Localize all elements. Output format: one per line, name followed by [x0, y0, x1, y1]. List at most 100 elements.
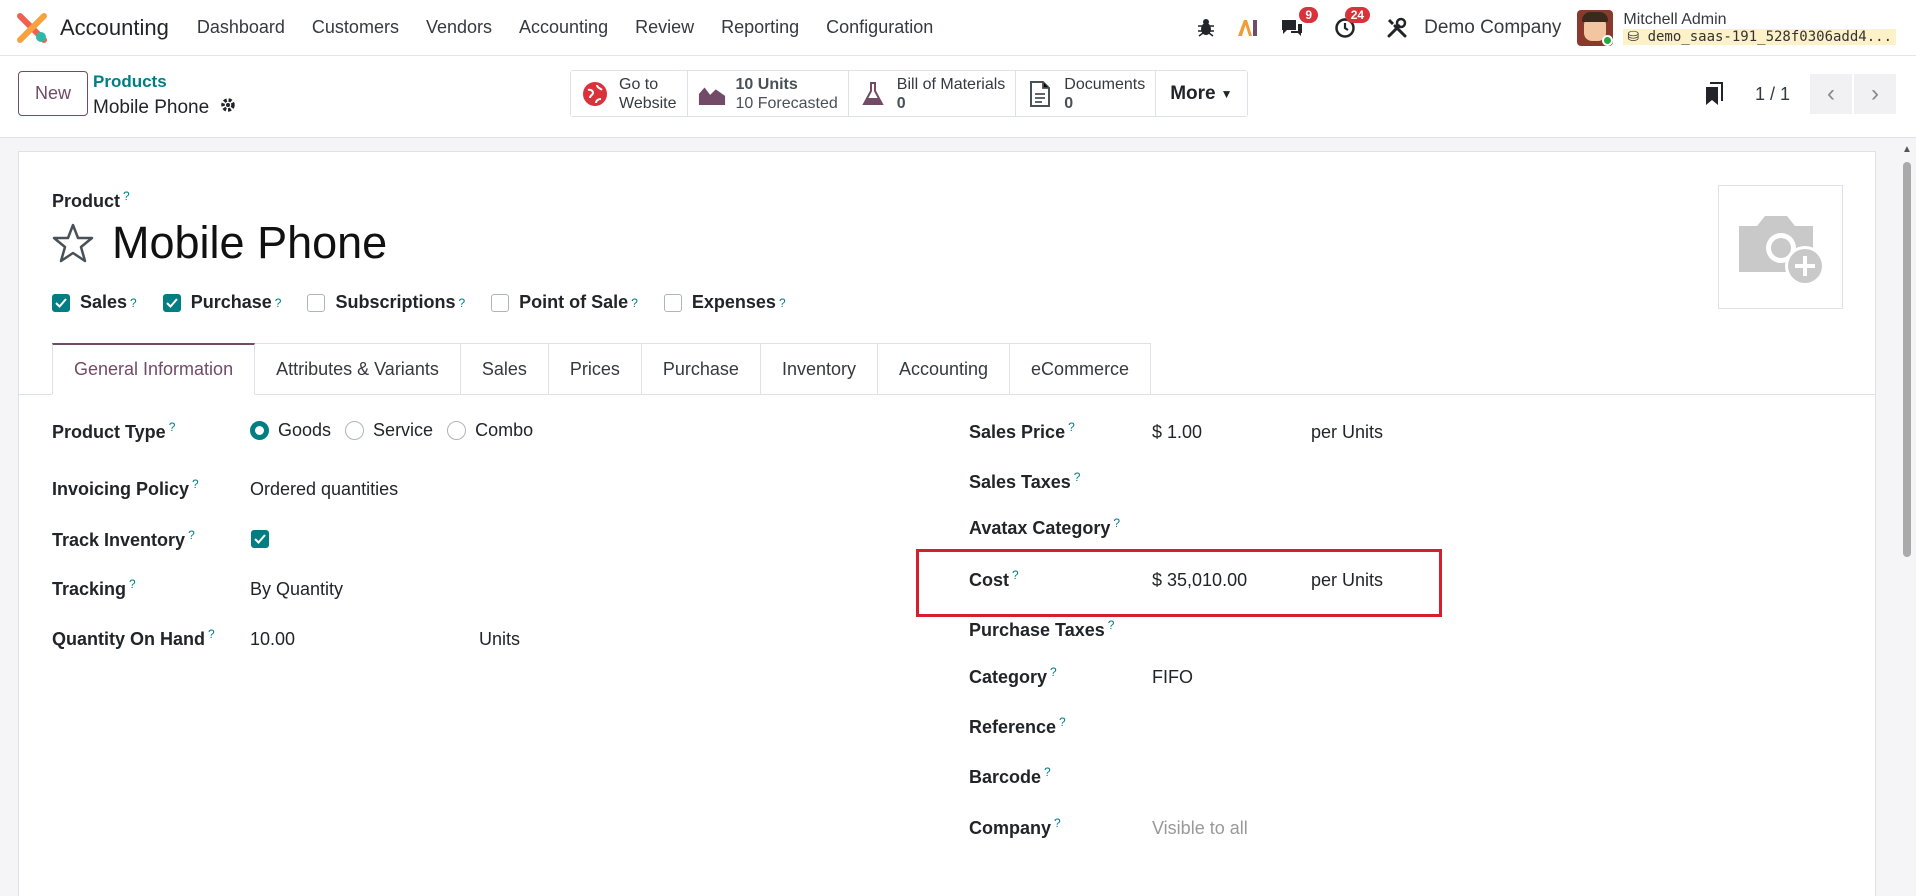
quantity-on-hand-label-text: Quantity On Hand [52, 629, 205, 649]
menu-customers[interactable]: Customers [312, 17, 399, 38]
menu-vendors[interactable]: Vendors [426, 17, 492, 38]
help-icon[interactable]: ? [1068, 420, 1075, 434]
scroll-up-icon[interactable]: ▲ [1902, 145, 1912, 155]
track-inventory-label-text: Track Inventory [52, 530, 186, 550]
product-image[interactable] [1718, 185, 1843, 309]
category-field[interactable]: FIFO [1152, 667, 1193, 688]
help-icon[interactable]: ? [129, 577, 136, 591]
expenses-checkbox[interactable]: Expenses? [663, 292, 786, 313]
radio-combo[interactable] [447, 421, 467, 440]
help-icon[interactable]: ? [1054, 816, 1061, 830]
pager-previous-button[interactable]: ‹ [1810, 74, 1852, 114]
new-button[interactable]: New [18, 71, 88, 116]
app-menu-icon[interactable] [17, 12, 47, 43]
menu-accounting[interactable]: Accounting [519, 17, 608, 38]
radio-service-label[interactable]: Service [373, 420, 433, 441]
radio-combo-label[interactable]: Combo [475, 420, 533, 441]
avatax-category-field[interactable] [1152, 516, 1432, 540]
help-icon[interactable]: ? [275, 296, 282, 310]
menu-review[interactable]: Review [635, 17, 694, 38]
help-icon[interactable]: ? [631, 296, 638, 310]
help-icon[interactable]: ? [458, 296, 465, 310]
menu-reporting[interactable]: Reporting [721, 17, 799, 38]
breadcrumb-products[interactable]: Products [93, 72, 167, 92]
point-of-sale-checkbox[interactable]: Point of Sale? [491, 292, 638, 313]
bill-of-materials-button[interactable]: Bill of Materials 0 [848, 71, 1017, 116]
help-icon[interactable]: ? [123, 189, 130, 203]
tab-prices[interactable]: Prices [548, 343, 642, 395]
invoicing-policy-field[interactable]: Ordered quantities [250, 479, 398, 500]
pager-next-button[interactable]: › [1854, 74, 1896, 114]
tracking-field[interactable]: By Quantity [250, 579, 343, 600]
documents-button[interactable]: Documents 0 [1016, 71, 1157, 116]
help-icon[interactable]: ? [192, 477, 199, 491]
tab-inventory[interactable]: Inventory [760, 343, 878, 395]
sales-price-label: Sales Price? [969, 420, 1075, 443]
checkbox-unchecked[interactable] [307, 293, 326, 312]
product-name-field[interactable]: Mobile Phone [112, 217, 387, 269]
help-icon[interactable]: ? [169, 420, 176, 434]
company-label: Company? [969, 816, 1061, 839]
menu-configuration[interactable]: Configuration [826, 17, 933, 38]
units-forecast-button[interactable]: 10 Units 10 Forecasted [687, 71, 849, 116]
gear-icon[interactable] [219, 96, 237, 119]
sales-taxes-field[interactable] [1152, 470, 1432, 494]
help-icon[interactable]: ? [779, 296, 786, 310]
page-scrollbar[interactable]: ▲ [1902, 145, 1912, 890]
help-icon[interactable]: ? [1044, 765, 1051, 779]
messages-icon[interactable]: 9 [1280, 7, 1319, 39]
help-icon[interactable]: ? [1074, 470, 1081, 484]
avatar[interactable] [1577, 10, 1614, 46]
app-name[interactable]: Accounting [60, 15, 169, 41]
reference-field[interactable] [1152, 715, 1432, 739]
barcode-field[interactable] [1152, 765, 1432, 789]
checkbox-unchecked[interactable] [491, 293, 510, 312]
help-icon[interactable]: ? [188, 528, 195, 542]
help-icon[interactable]: ? [1113, 516, 1120, 530]
subscriptions-checkbox[interactable]: Subscriptions? [307, 292, 465, 313]
bug-icon[interactable] [1196, 18, 1216, 38]
purchase-taxes-field[interactable] [1152, 618, 1432, 642]
sales-taxes-label: Sales Taxes? [969, 470, 1080, 493]
purchase-checkbox[interactable]: Purchase? [162, 292, 282, 313]
radio-goods-label[interactable]: Goods [278, 420, 331, 441]
chevron-right-icon: › [1871, 80, 1879, 107]
track-inventory-checkbox[interactable] [251, 530, 269, 548]
star-icon[interactable] [52, 222, 94, 264]
tab-purchase[interactable]: Purchase [641, 343, 761, 395]
go-to-website-button[interactable]: Go to Website [571, 71, 688, 116]
activities-icon[interactable]: 24 [1334, 7, 1371, 39]
quantity-on-hand-field[interactable]: 10.00 [250, 629, 295, 650]
pager-value[interactable]: 1 / 1 [1755, 84, 1790, 105]
menu-dashboard[interactable]: Dashboard [197, 17, 285, 38]
sales-price-label-text: Sales Price [969, 422, 1066, 442]
tab-general-information[interactable]: General Information [52, 343, 256, 395]
help-icon[interactable]: ? [130, 296, 137, 310]
company-switcher[interactable]: Demo Company [1424, 17, 1561, 39]
tools-icon[interactable] [1386, 17, 1408, 39]
sales-price-field[interactable]: $ 1.00 [1152, 422, 1202, 443]
bookmark-icon[interactable] [1703, 82, 1725, 106]
checkbox-unchecked[interactable] [663, 293, 682, 312]
help-icon[interactable]: ? [1108, 618, 1115, 632]
help-icon[interactable]: ? [208, 627, 215, 641]
tab-ecommerce[interactable]: eCommerce [1010, 343, 1152, 395]
more-dropdown[interactable]: More ▼ [1156, 71, 1247, 116]
user-menu[interactable]: Mitchell Admin ⛁ demo_saas-191_528f0306a… [1623, 11, 1896, 45]
tab-attributes-variants[interactable]: Attributes & Variants [255, 343, 461, 395]
sales-checkbox[interactable]: Sales? [52, 292, 137, 313]
checkbox-checked[interactable] [162, 293, 181, 312]
units-forecast: 10 Forecasted [735, 94, 838, 112]
radio-goods[interactable] [250, 421, 269, 440]
tab-accounting[interactable]: Accounting [877, 343, 1011, 395]
radio-service[interactable] [345, 421, 365, 440]
help-icon[interactable]: ? [1059, 715, 1066, 729]
help-icon[interactable]: ? [1050, 665, 1057, 679]
product-type-radio: Goods Service Combo [250, 420, 547, 441]
scroll-thumb[interactable] [1903, 162, 1911, 557]
ai-icon[interactable] [1236, 18, 1260, 38]
company-field[interactable]: Visible to all [1152, 818, 1248, 839]
checkbox-checked[interactable] [52, 293, 70, 312]
category-label-text: Category [969, 667, 1048, 687]
tab-sales[interactable]: Sales [460, 343, 549, 395]
